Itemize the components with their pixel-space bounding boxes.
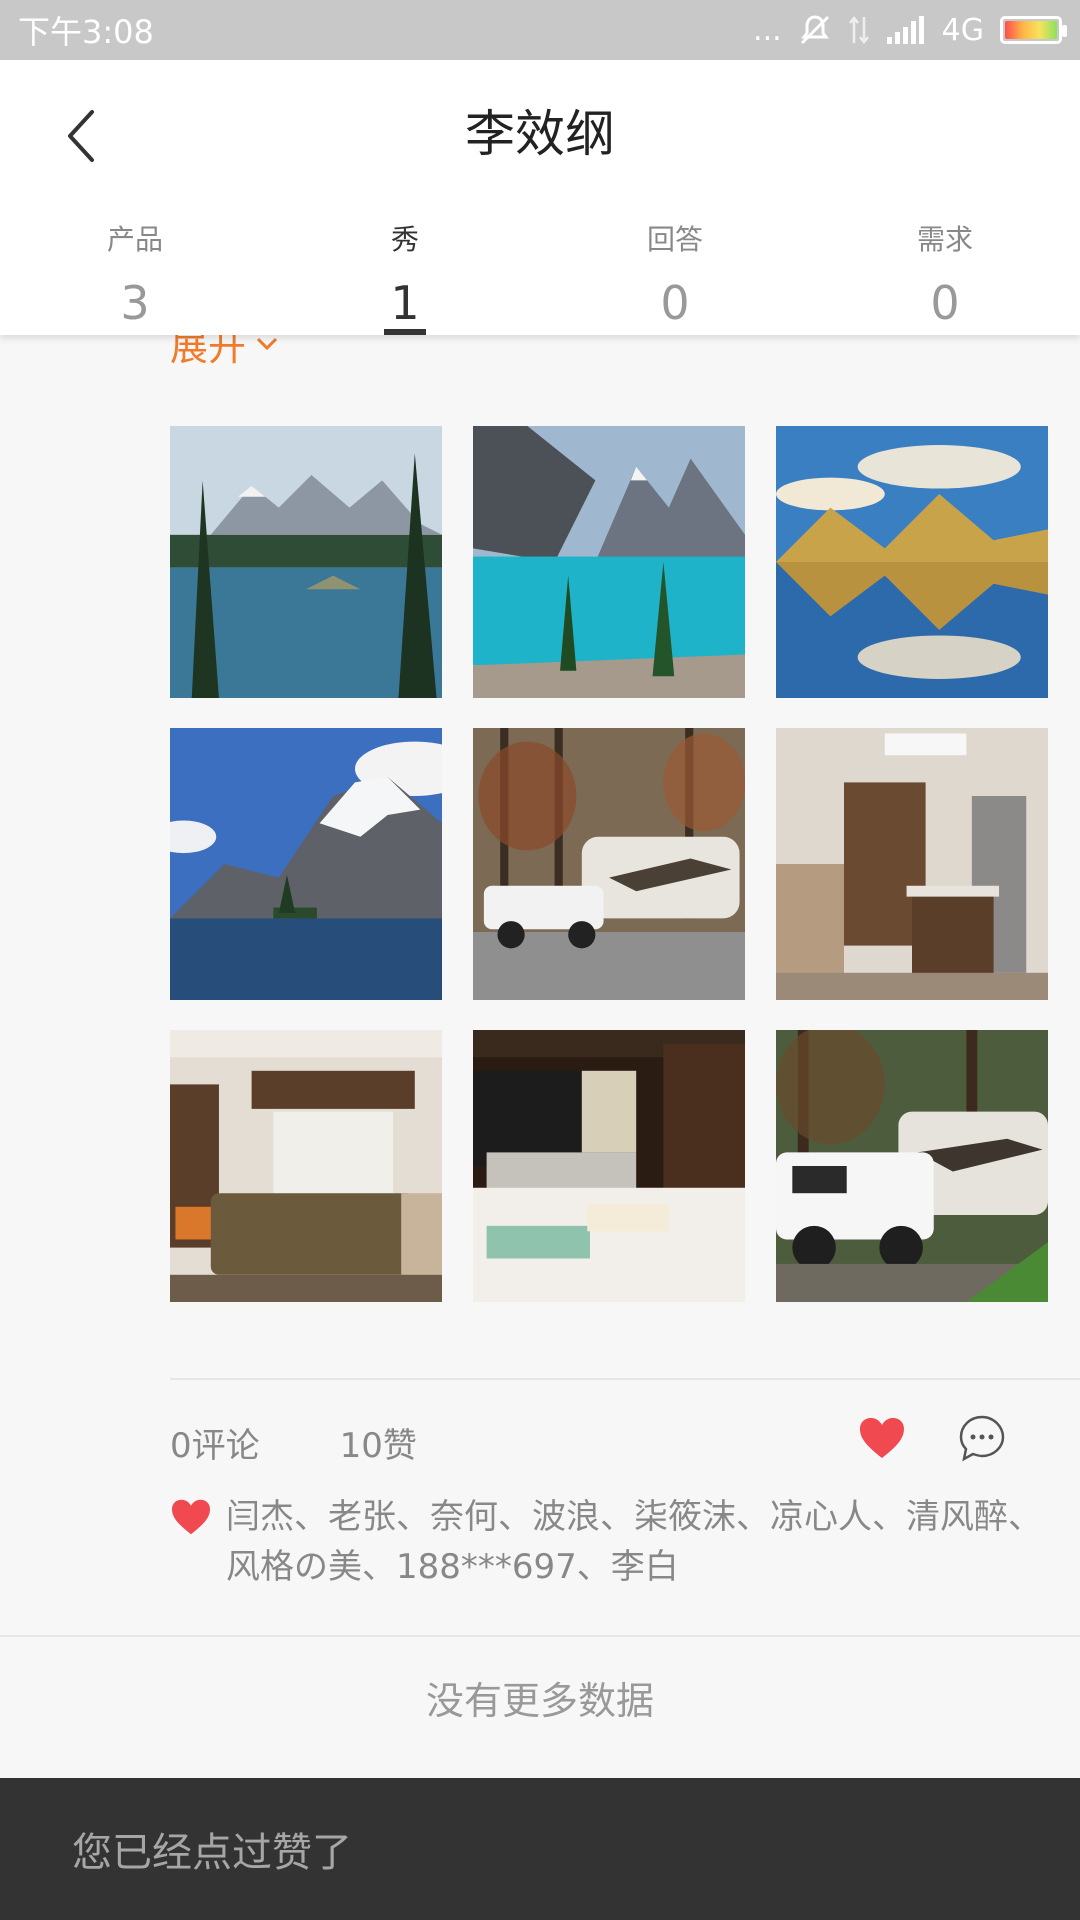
heart-icon [172,1499,210,1535]
likers-list: 闫杰、老张、奈何、波浪、柒筱沫、凉心人、清风醉、风格の美、188***697、李… [170,1492,1070,1592]
photo-truck-rv-forest[interactable] [473,728,745,1000]
status-icons: ... 4G [753,12,1067,48]
active-tab-indicator [384,329,426,335]
tab-show[interactable]: 秀 1 [270,210,540,335]
comment-count: 0评论 [170,1425,260,1466]
signal-icon [886,15,926,45]
page-header: 李效纲 产品 3 秀 1 回答 0 需求 0 [0,60,1080,335]
tab-label: 秀 [390,223,419,256]
battery-level [1005,21,1057,39]
photo-rv-kitchen[interactable] [776,728,1048,1000]
tab-label: 产品 [106,223,163,256]
tab-answers[interactable]: 回答 0 [540,210,810,335]
photo-turquoise-lake[interactable] [473,426,745,698]
photo-rv-living[interactable] [170,1030,442,1302]
more-dots-icon: ... [753,12,782,48]
heart-filled-icon [860,1418,904,1458]
like-count: 10赞 [339,1425,417,1466]
tab-count: 0 [930,276,960,330]
photo-lake-forest[interactable] [170,426,442,698]
no-more-data-label: 没有更多数据 [425,1679,654,1723]
status-time: 下午3:08 [18,13,154,51]
post-stats: 0评论 10赞 [170,1412,1050,1472]
photo-grid [170,426,1048,1302]
toast: 您已经点过赞了 [0,1778,1080,1920]
divider [0,1635,1080,1637]
like-button[interactable] [856,1412,908,1464]
chevron-down-icon [256,337,278,350]
tab-label: 回答 [646,223,703,256]
photo-truck-rv-roadside[interactable] [776,1030,1048,1302]
page-title: 李效纲 [465,105,615,163]
likers-names[interactable]: 闫杰、老张、奈何、波浪、柒筱沫、凉心人、清风醉、风格の美、188***697、李… [226,1492,1066,1592]
tab-count: 0 [660,276,690,330]
battery-icon [1000,16,1067,44]
tab-count: 1 [390,276,420,330]
photo-rv-bedroom[interactable] [473,1030,745,1302]
comment-button[interactable] [956,1412,1008,1464]
tab-label: 需求 [916,223,973,256]
tab-count: 3 [120,276,150,330]
profile-tabs: 产品 3 秀 1 回答 0 需求 0 [0,210,1080,335]
photo-snow-mountain[interactable] [170,728,442,1000]
data-arrows-icon [848,15,870,45]
tab-products[interactable]: 产品 3 [0,210,270,335]
tab-requests[interactable]: 需求 0 [810,210,1080,335]
status-bar: 下午3:08 ... 4G [0,0,1080,60]
network-type: 4G [941,12,984,48]
photo-lake-reflection[interactable] [776,426,1048,698]
comment-bubble-icon [959,1415,1005,1462]
divider [170,1378,1080,1380]
toast-message: 您已经点过赞了 [72,1830,352,1876]
mute-icon [798,13,832,47]
